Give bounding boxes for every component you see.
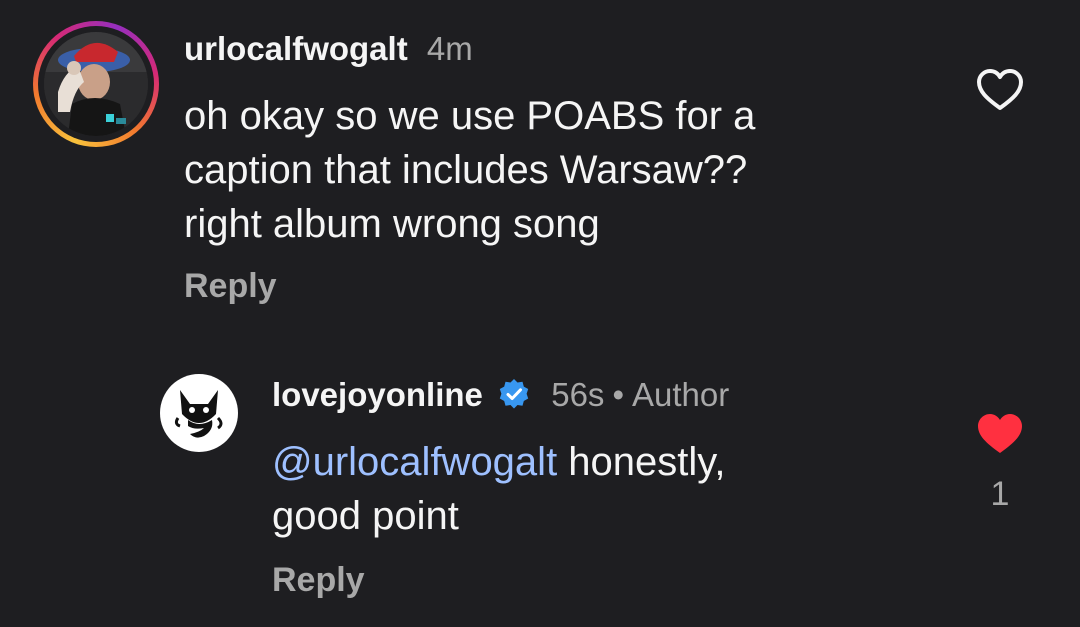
reply-header: lovejoyonline 56s • Author xyxy=(272,375,729,415)
comment-text-line: oh okay so we use POABS for a xyxy=(184,94,756,138)
reply-text-fragment: honestly, xyxy=(557,440,726,484)
comment-text-line: right album wrong song xyxy=(184,202,600,246)
like-count: 1 xyxy=(990,475,1010,513)
reply-text: @urlocalfwogalt honestly, good point xyxy=(272,435,872,543)
heart-outline-icon xyxy=(977,69,1023,110)
like-button[interactable] xyxy=(976,68,1024,112)
verified-badge-icon xyxy=(499,379,529,409)
reply-username[interactable]: lovejoyonline xyxy=(272,376,483,413)
reply-text-line: good point xyxy=(272,494,459,538)
avatar[interactable] xyxy=(160,374,238,452)
comment-username[interactable]: urlocalfwogalt xyxy=(184,30,408,67)
reply-comment-item: lovejoyonline 56s • Author @urlocalfwogalt… xyxy=(0,360,1080,627)
avatar-photo xyxy=(44,32,148,136)
reply-timestamp: 56s xyxy=(551,376,605,413)
like-button[interactable] xyxy=(976,412,1024,456)
meta-separator: • xyxy=(612,376,624,413)
author-label: Author xyxy=(632,376,730,413)
fox-logo-icon xyxy=(174,390,223,438)
profile-photo-icon xyxy=(44,32,148,136)
heart-filled-icon xyxy=(978,414,1022,453)
avatar[interactable] xyxy=(33,21,159,147)
reply-text-line: @urlocalfwogalt honestly, xyxy=(272,435,872,489)
comment-text: oh okay so we use POABS for a caption th… xyxy=(184,89,884,251)
reply-button[interactable]: Reply xyxy=(184,266,277,306)
reply-button[interactable]: Reply xyxy=(272,560,365,600)
comment-item: urlocalfwogalt 4m oh okay so we use POAB… xyxy=(0,0,1080,330)
mention-link[interactable]: @urlocalfwogalt xyxy=(272,440,557,484)
comment-header: urlocalfwogalt 4m xyxy=(184,29,473,69)
comment-text-line: caption that includes Warsaw?? xyxy=(184,148,748,192)
comment-timestamp: 4m xyxy=(426,30,473,67)
